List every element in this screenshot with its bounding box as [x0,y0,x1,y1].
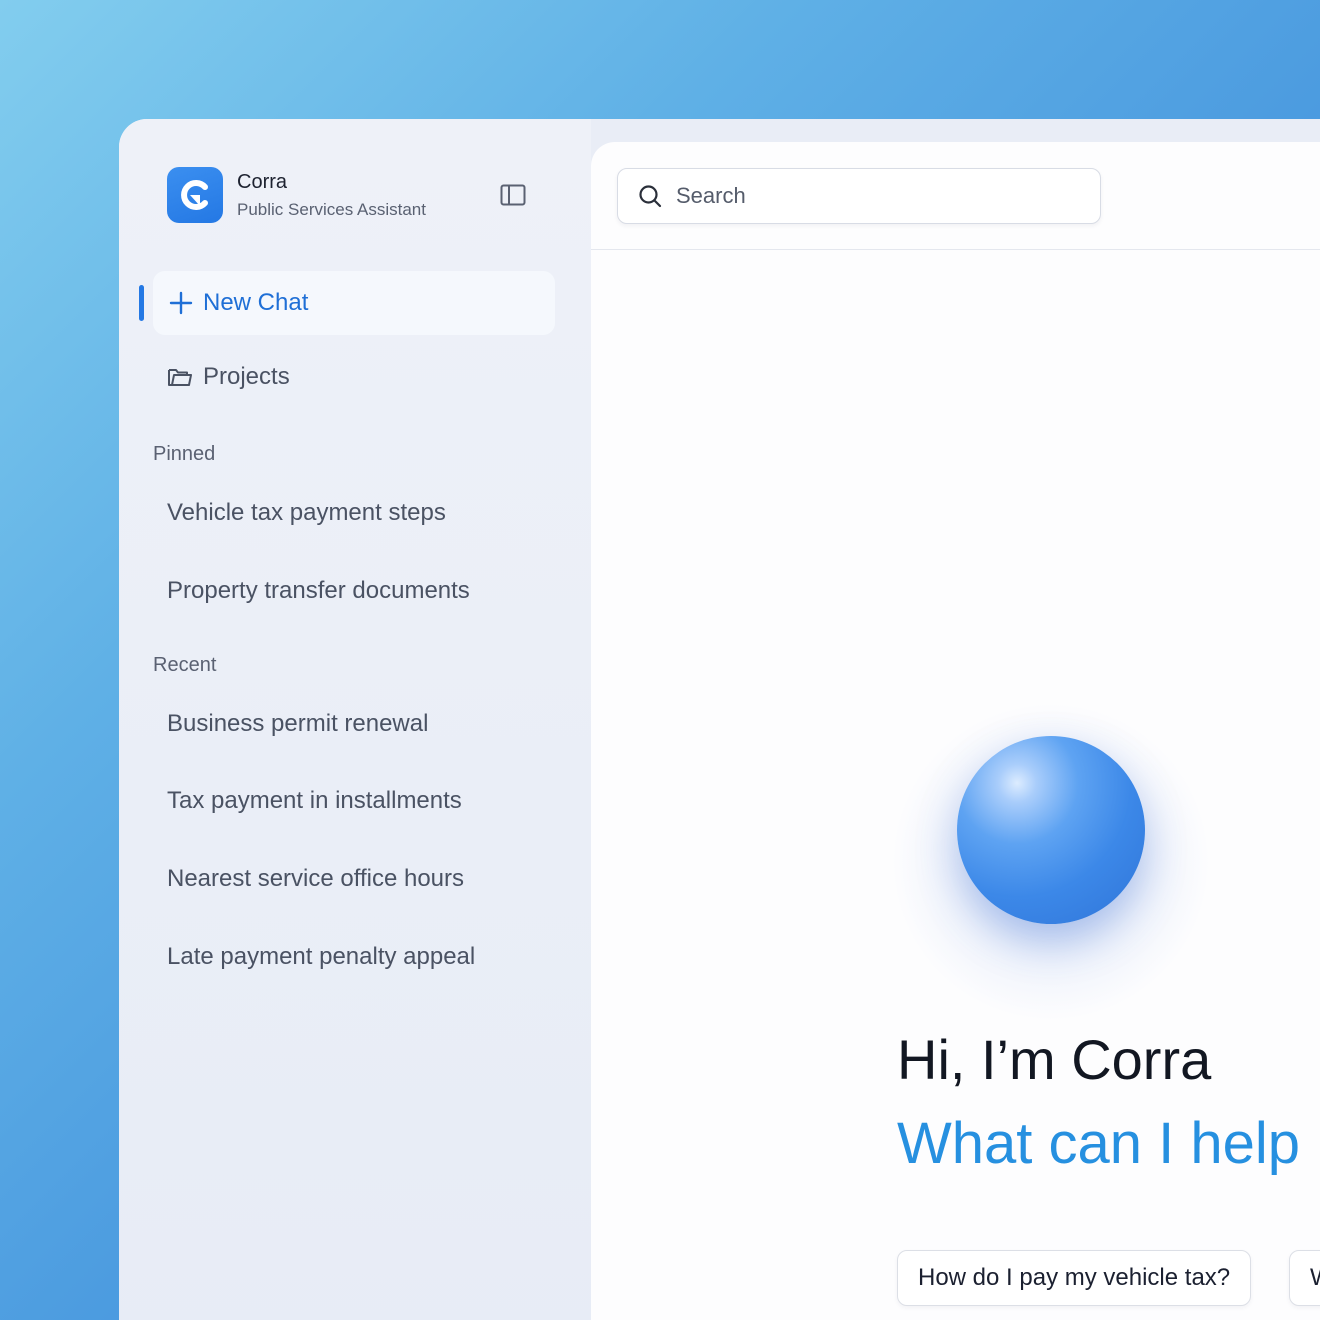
recent-chat-item[interactable]: Tax payment in installments [167,787,462,815]
search-input[interactable] [676,183,1056,209]
sidebar-panel-icon [500,184,526,206]
recent-chat-item[interactable]: Nearest service office hours [167,865,464,893]
search-icon [639,185,662,208]
pinned-chat-item[interactable]: Vehicle tax payment steps [167,499,446,527]
brand-header: Corra Public Services Assistant [167,167,426,223]
projects-label: Projects [203,363,290,390]
help-prompt-heading: What can I help [897,1111,1300,1176]
pinned-section-title: Pinned [153,443,216,465]
corra-logo [167,167,223,223]
plus-icon [169,291,193,315]
sidebar-toggle-button[interactable] [499,183,527,207]
pinned-chat-item[interactable]: Property transfer documents [167,577,470,605]
new-chat-button[interactable]: New Chat [153,271,555,335]
sidebar-item-projects[interactable]: Projects [167,363,290,391]
app-window: Corra Public Services Assistant New Chat… [119,119,1320,1320]
app-name: Corra [237,170,288,193]
search-box[interactable] [617,168,1101,224]
recent-chat-item[interactable]: Late payment penalty appeal [167,943,475,971]
folder-icon [168,369,192,386]
recent-section-title: Recent [153,654,217,676]
assistant-orb [957,736,1145,924]
sidebar: Corra Public Services Assistant New Chat… [119,119,591,1320]
suggestion-chip[interactable]: W [1289,1250,1320,1306]
main-panel: Hi, I’m Corra What can I help How do I p… [591,142,1320,1320]
app-subtitle: Public Services Assistant [237,199,426,219]
recent-chat-item[interactable]: Business permit renewal [167,710,428,738]
greeting-heading: Hi, I’m Corra [897,1028,1212,1091]
suggestion-chip[interactable]: How do I pay my vehicle tax? [897,1250,1252,1306]
active-indicator [139,285,144,321]
top-bar [591,142,1320,250]
corra-logo-icon [181,180,208,210]
new-chat-label: New Chat [203,289,309,316]
